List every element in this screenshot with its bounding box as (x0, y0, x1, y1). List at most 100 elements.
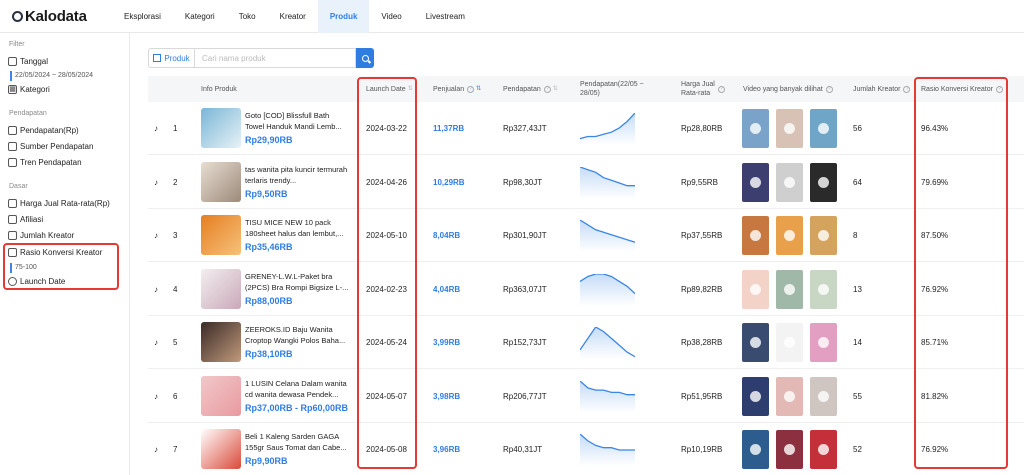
table-row[interactable]: ♪ 1 Goto [COD] Blissfull Bath Towel Hand… (148, 102, 1024, 155)
header-penjualan[interactable]: Penjualan? ⇅ (433, 76, 481, 102)
product-thumbnail[interactable] (201, 375, 241, 416)
video-thumbnail[interactable] (776, 323, 803, 362)
tab-produk[interactable]: Produk (317, 0, 370, 33)
revenue-trend-sparkline (580, 166, 635, 199)
product-thumbnail[interactable] (201, 268, 241, 309)
help-icon[interactable]: ? (717, 85, 725, 93)
search-type-selector[interactable]: Produk (148, 48, 194, 68)
sidebar-item-afiliasi[interactable]: Afiliasi (8, 215, 43, 224)
table-row[interactable]: ♪ 4 GRENEY-L.W.L-Paket bra (2PCS) Bra Ro… (148, 263, 1024, 316)
help-icon[interactable]: ? (903, 85, 911, 93)
video-thumbnail[interactable] (742, 376, 769, 416)
revenue-trend-sparkline (580, 434, 635, 466)
sales-value[interactable]: 3,99RB (433, 316, 460, 369)
tab-kategori[interactable]: Kategori (173, 0, 227, 33)
sales-value[interactable]: 11,37RB (433, 102, 464, 155)
header-pendapatan[interactable]: Pendapatan? ⇅ (503, 76, 558, 102)
sales-value[interactable]: 4,04RB (433, 263, 460, 316)
product-thumbnail[interactable] (201, 161, 241, 202)
grid-icon: ▦ (8, 85, 17, 94)
table-row[interactable]: ♪ 7 Beli 1 Kaleng Sarden GAGA 155gr Saus… (148, 423, 1024, 475)
video-thumbnail[interactable] (742, 216, 769, 255)
video-thumbnail[interactable] (776, 109, 803, 148)
sidebar-item-tren-pendapatan[interactable]: Tren Pendapatan (8, 158, 82, 167)
product-name[interactable]: Beli 1 Kaleng Sarden GAGA 155gr Saus Tom… (245, 431, 349, 453)
video-thumbnail[interactable] (742, 323, 769, 362)
table-row[interactable]: ♪ 2 tas wanita pita kuncir termurah terl… (148, 156, 1024, 209)
sales-value[interactable]: 3,96RB (433, 423, 460, 475)
header-jumlah-kreator[interactable]: Jumlah Kreator? (853, 76, 911, 102)
video-thumbnail[interactable] (810, 162, 837, 202)
avg-price-value: Rp38,28RB (681, 338, 723, 347)
trend-icon (8, 158, 17, 167)
product-name[interactable]: 1 LUSIN Celana Dalam wanita cd wanita de… (245, 378, 349, 400)
kalodata-logo[interactable]: Kalodata (12, 8, 112, 25)
pendapatan-section-label: Pendapatan (9, 110, 47, 117)
tab-livestream[interactable]: Livestream (414, 0, 477, 33)
sidebar-item-jumlah-kreator[interactable]: Jumlah Kreator (8, 231, 74, 240)
tab-kreator[interactable]: Kreator (268, 0, 318, 33)
play-icon (784, 337, 795, 348)
sales-value[interactable]: 3,98RB (433, 370, 460, 423)
video-thumbnail[interactable] (742, 269, 769, 309)
product-thumbnail[interactable] (201, 429, 241, 469)
video-thumbnail[interactable] (810, 216, 837, 255)
tab-toko[interactable]: Toko (227, 0, 268, 33)
tab-video[interactable]: Video (369, 0, 413, 33)
table-row[interactable]: ♪ 3 TISU MICE NEW 10 pack 180sheet halus… (148, 209, 1024, 262)
video-thumbnail[interactable] (810, 376, 837, 416)
tiktok-icon: ♪ (154, 338, 158, 347)
product-thumbnail[interactable] (201, 215, 241, 255)
video-thumbnail[interactable] (776, 162, 803, 202)
video-thumbnail[interactable] (810, 430, 837, 469)
video-thumbnail[interactable] (776, 216, 803, 255)
product-name[interactable]: ZEEROKS.ID Baju Wanita Croptop Wangki Po… (245, 324, 349, 346)
video-thumbnail[interactable] (742, 162, 769, 202)
sales-value[interactable]: 8,04RB (433, 209, 460, 262)
sidebar-item-harga-jual[interactable]: Harga Jual Rata-rata(Rp) (8, 199, 110, 208)
video-thumbnail[interactable] (742, 430, 769, 469)
help-icon[interactable]: ? (467, 85, 475, 93)
creator-count: 8 (853, 231, 858, 240)
search-button[interactable] (356, 48, 374, 68)
play-icon (750, 176, 761, 188)
tab-eksplorasi[interactable]: Eksplorasi (112, 0, 173, 33)
table-row[interactable]: ♪ 6 1 LUSIN Celana Dalam wanita cd wanit… (148, 370, 1024, 423)
revenue-icon (8, 126, 17, 135)
video-thumbnail[interactable] (742, 109, 769, 148)
play-icon (784, 176, 795, 188)
video-thumbnail[interactable] (810, 109, 837, 148)
product-name[interactable]: Goto [COD] Blissfull Bath Towel Handuk M… (245, 110, 349, 132)
creator-count: 55 (853, 391, 862, 401)
video-thumbnail[interactable] (776, 430, 803, 469)
sales-value[interactable]: 10,29RB (433, 156, 465, 209)
product-name[interactable]: TISU MICE NEW 10 pack 180sheet halus dan… (245, 217, 349, 239)
sparkline-area (580, 113, 635, 145)
rank-number: 2 (173, 177, 178, 187)
sidebar-item-tanggal[interactable]: Tanggal (8, 57, 48, 66)
revenue-value: Rp152,73JT (503, 338, 547, 347)
play-icon (818, 230, 829, 241)
product-name[interactable]: tas wanita pita kuncir termurah terlaris… (245, 164, 349, 186)
product-name[interactable]: GRENEY-L.W.L-Paket bra (2PCS) Bra Rompi … (245, 271, 349, 293)
product-price: Rp38,10RB (245, 349, 293, 359)
avg-price-value: Rp51,95RB (681, 391, 723, 401)
table-row[interactable]: ♪ 5 ZEEROKS.ID Baju Wanita Croptop Wangk… (148, 316, 1024, 369)
avg-price-value: Rp37,55RB (681, 231, 723, 240)
search-input[interactable]: Cari nama produk (194, 48, 356, 68)
product-thumbnail[interactable] (201, 322, 241, 362)
video-thumbnail[interactable] (776, 376, 803, 416)
video-thumbnail[interactable] (776, 269, 803, 309)
video-thumbnail[interactable] (810, 269, 837, 309)
sparkline-area (580, 327, 635, 359)
sort-icon: ⇅ (552, 86, 558, 92)
product-thumbnail[interactable] (201, 108, 241, 148)
sidebar-item-kategori[interactable]: ▦ Kategori (8, 85, 50, 94)
sidebar-item-pendapatan[interactable]: Pendapatan(Rp) (8, 126, 79, 135)
header-harga-jual[interactable]: Harga Jual Rata-rata? (681, 76, 725, 102)
help-icon[interactable]: ? (825, 85, 833, 93)
video-thumbnail[interactable] (810, 323, 837, 362)
avg-price-value: Rp28,80RB (681, 124, 723, 133)
help-icon[interactable]: ? (543, 85, 551, 93)
sidebar-item-sumber-pendapatan[interactable]: Sumber Pendapatan (8, 142, 93, 151)
